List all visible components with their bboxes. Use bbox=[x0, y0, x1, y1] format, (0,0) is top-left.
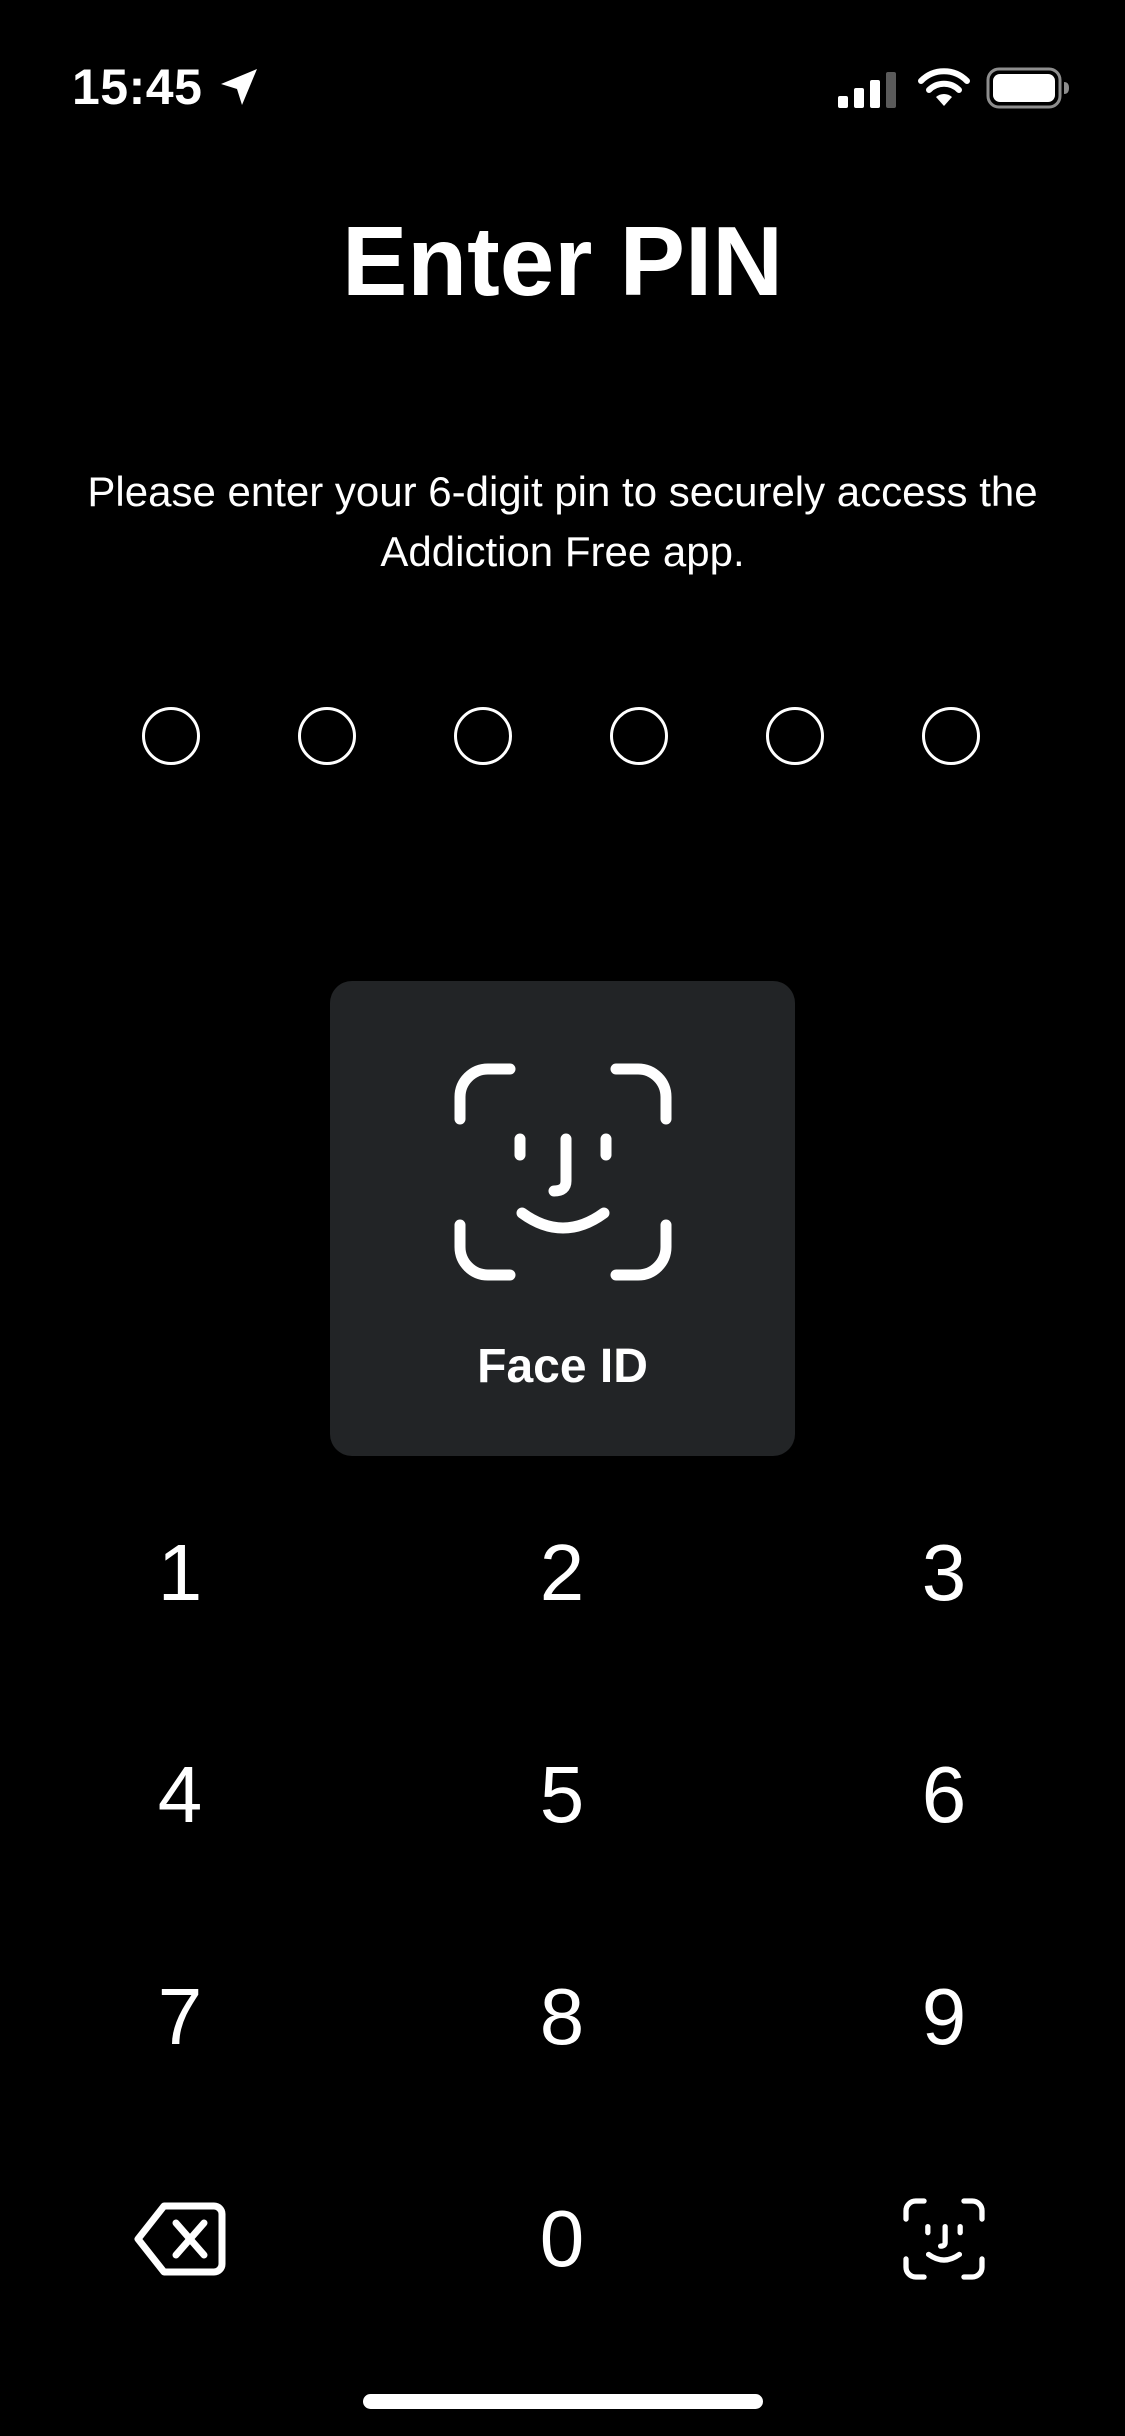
key-3[interactable]: 3 bbox=[824, 1493, 1064, 1653]
pin-dot bbox=[298, 707, 356, 765]
pin-dot bbox=[610, 707, 668, 765]
key-4[interactable]: 4 bbox=[60, 1715, 300, 1875]
page-subtitle: Please enter your 6-digit pin to securel… bbox=[87, 468, 1038, 575]
pin-dot bbox=[766, 707, 824, 765]
key-0[interactable]: 0 bbox=[442, 2159, 682, 2319]
backspace-icon bbox=[134, 2201, 226, 2277]
face-id-icon bbox=[903, 2198, 985, 2280]
face-id-button[interactable] bbox=[824, 2159, 1064, 2319]
pin-dot bbox=[454, 707, 512, 765]
key-6[interactable]: 6 bbox=[824, 1715, 1064, 1875]
key-5[interactable]: 5 bbox=[442, 1715, 682, 1875]
key-7[interactable]: 7 bbox=[60, 1937, 300, 2097]
pin-dot bbox=[142, 707, 200, 765]
face-id-prompt[interactable]: Face ID bbox=[330, 981, 795, 1456]
key-2[interactable]: 2 bbox=[442, 1493, 682, 1653]
key-1[interactable]: 1 bbox=[60, 1493, 300, 1653]
key-9[interactable]: 9 bbox=[824, 1937, 1064, 2097]
key-8[interactable]: 8 bbox=[442, 1937, 682, 2097]
cellular-signal-icon bbox=[838, 72, 900, 108]
wifi-icon bbox=[916, 66, 972, 108]
battery-icon bbox=[986, 66, 1070, 110]
status-bar: 15:45 bbox=[0, 0, 1125, 130]
face-id-icon bbox=[454, 1063, 672, 1281]
pin-dot bbox=[922, 707, 980, 765]
location-arrow-icon bbox=[218, 66, 260, 108]
page-title: Enter PIN bbox=[341, 206, 784, 316]
status-time: 15:45 bbox=[72, 59, 203, 115]
face-id-label: Face ID bbox=[477, 1340, 648, 1393]
home-indicator[interactable] bbox=[363, 2394, 763, 2409]
delete-button[interactable] bbox=[60, 2159, 300, 2319]
